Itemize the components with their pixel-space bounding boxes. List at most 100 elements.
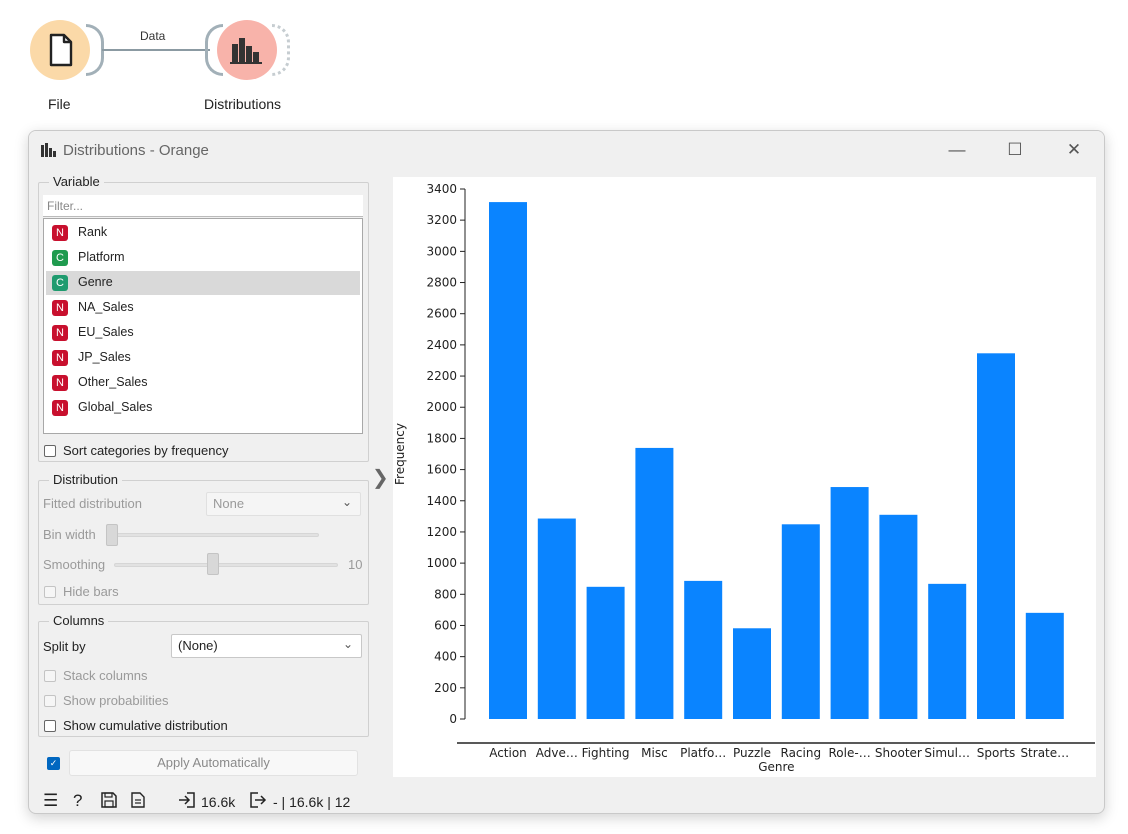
variable-list[interactable]: N Rank C Platform C Genre N NA_Sales N E… bbox=[43, 218, 363, 434]
y-tick-label: 2400 bbox=[426, 338, 457, 352]
data-link-label: Data bbox=[140, 29, 166, 43]
variable-item-jp-sales[interactable]: N JP_Sales bbox=[46, 346, 360, 370]
file-node-label: File bbox=[48, 96, 71, 112]
help-icon[interactable]: ? bbox=[73, 791, 82, 811]
y-tick-label: 3200 bbox=[426, 213, 457, 227]
apply-button[interactable]: Apply Automatically bbox=[69, 750, 358, 776]
x-tick-label: Role-… bbox=[829, 746, 871, 760]
y-tick-label: 1800 bbox=[426, 431, 457, 445]
numeric-icon: N bbox=[52, 350, 68, 366]
input-count: 16.6k bbox=[201, 794, 236, 810]
smoothing-slider-handle[interactable] bbox=[207, 553, 219, 575]
show-probabilities-checkbox[interactable] bbox=[44, 695, 56, 707]
numeric-icon: N bbox=[52, 325, 68, 341]
variable-name: Other_Sales bbox=[78, 375, 148, 389]
input-icon bbox=[178, 791, 196, 813]
sort-by-frequency-label: Sort categories by frequency bbox=[63, 443, 229, 458]
variable-name: Platform bbox=[78, 250, 125, 264]
smoothing-label: Smoothing bbox=[43, 557, 106, 572]
collapse-panel-icon[interactable]: ❯ bbox=[372, 465, 389, 490]
show-probabilities-label: Show probabilities bbox=[63, 693, 169, 708]
variable-item-rank[interactable]: N Rank bbox=[46, 221, 360, 245]
variable-item-platform[interactable]: C Platform bbox=[46, 246, 360, 270]
x-tick-label: Misc bbox=[641, 746, 668, 760]
bin-width-slider[interactable] bbox=[112, 533, 319, 537]
save-icon[interactable] bbox=[101, 792, 117, 813]
y-axis-title: Frequency bbox=[393, 423, 407, 485]
columns-box-title: Columns bbox=[49, 613, 109, 628]
hide-bars-label: Hide bars bbox=[63, 584, 119, 599]
file-node-circle[interactable] bbox=[30, 20, 90, 80]
y-tick-label: 1600 bbox=[426, 463, 457, 477]
x-tick-label: Fighting bbox=[582, 746, 630, 760]
y-tick-label: 0 bbox=[449, 712, 457, 726]
y-tick-label: 600 bbox=[434, 618, 457, 632]
categorical-icon: C bbox=[52, 275, 68, 291]
y-tick-label: 2200 bbox=[426, 369, 457, 383]
y-tick-label: 1000 bbox=[426, 556, 457, 570]
stack-columns-checkbox[interactable] bbox=[44, 670, 56, 682]
variable-item-global-sales[interactable]: N Global_Sales bbox=[46, 396, 360, 420]
variable-name: Genre bbox=[78, 275, 113, 289]
title-bar[interactable]: Distributions - Orange — ☐ ✕ bbox=[29, 131, 1104, 169]
categorical-icon: C bbox=[52, 250, 68, 266]
stack-columns-label: Stack columns bbox=[63, 668, 148, 683]
output-icon bbox=[249, 791, 267, 813]
x-tick-label: Sports bbox=[977, 746, 1015, 760]
sort-by-frequency-checkbox[interactable] bbox=[44, 445, 56, 457]
bar-1 bbox=[537, 518, 576, 719]
x-tick-label: Racing bbox=[781, 746, 822, 760]
fitted-distribution-label: Fitted distribution bbox=[43, 496, 142, 511]
bar-10 bbox=[977, 353, 1015, 719]
variable-box-title: Variable bbox=[49, 174, 104, 189]
x-axis-title: Genre bbox=[758, 760, 794, 774]
bar-11 bbox=[1025, 612, 1064, 719]
variable-name: Rank bbox=[78, 225, 108, 239]
variable-name: JP_Sales bbox=[78, 350, 131, 364]
bin-width-slider-handle[interactable] bbox=[106, 524, 118, 546]
dist-output-port[interactable] bbox=[272, 24, 290, 76]
minimize-button[interactable]: — bbox=[944, 139, 970, 161]
distribution-box-title: Distribution bbox=[49, 472, 123, 487]
maximize-button[interactable]: ☐ bbox=[1002, 139, 1028, 161]
numeric-icon: N bbox=[52, 375, 68, 391]
smoothing-slider[interactable] bbox=[114, 563, 338, 567]
window-bar-chart-icon bbox=[41, 143, 56, 157]
x-tick-label: Platfo… bbox=[680, 746, 726, 760]
x-tick-label: Strate… bbox=[1020, 746, 1069, 760]
window-title: Distributions - Orange bbox=[63, 142, 209, 159]
dist-node-label: Distributions bbox=[204, 96, 282, 112]
filter-input[interactable] bbox=[43, 195, 363, 217]
bar-8 bbox=[879, 514, 918, 719]
bar-3 bbox=[635, 447, 674, 719]
split-by-label: Split by bbox=[43, 639, 86, 654]
output-summary: - | 16.6k | 12 bbox=[273, 794, 351, 810]
close-button[interactable]: ✕ bbox=[1061, 139, 1087, 161]
menu-icon[interactable]: ☰ bbox=[43, 791, 58, 811]
split-by-select[interactable]: (None) ⌄ bbox=[171, 634, 362, 658]
numeric-icon: N bbox=[52, 225, 68, 241]
variable-item-other-sales[interactable]: N Other_Sales bbox=[46, 371, 360, 395]
bar-chart: 0 200 400 600 800 1000 1200 1400 1600 1800 2000 220… bbox=[393, 182, 1095, 774]
file-icon bbox=[49, 33, 73, 67]
variable-item-eu-sales[interactable]: N EU_Sales bbox=[46, 321, 360, 345]
variable-item-genre[interactable]: C Genre bbox=[46, 271, 360, 295]
y-tick-label: 400 bbox=[434, 650, 457, 664]
fitted-distribution-select[interactable]: None ⌄ bbox=[206, 492, 361, 516]
x-tick-label: Adve… bbox=[536, 746, 578, 760]
dist-node-circle[interactable] bbox=[217, 20, 277, 80]
y-tick-label: 2600 bbox=[426, 307, 457, 321]
report-icon[interactable] bbox=[131, 792, 145, 813]
variable-name: Global_Sales bbox=[78, 400, 153, 414]
chevron-down-icon: ⌄ bbox=[342, 637, 353, 651]
y-tick-label: 200 bbox=[434, 681, 457, 695]
x-tick-label: Shooter bbox=[875, 746, 922, 760]
variable-name: EU_Sales bbox=[78, 325, 134, 339]
data-link[interactable] bbox=[102, 49, 210, 51]
hide-bars-checkbox[interactable] bbox=[44, 586, 56, 598]
variable-item-na-sales[interactable]: N NA_Sales bbox=[46, 296, 360, 320]
cumulative-distribution-checkbox[interactable] bbox=[44, 720, 56, 732]
chevron-down-icon: ⌄ bbox=[341, 495, 352, 509]
y-tick-label: 3000 bbox=[426, 244, 457, 258]
apply-auto-checkbox[interactable]: ✓ bbox=[47, 757, 60, 770]
